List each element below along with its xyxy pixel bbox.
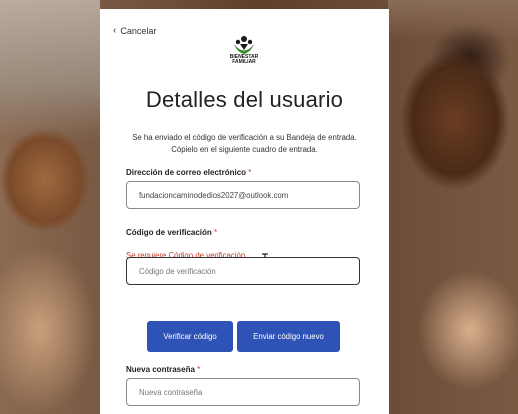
cancel-label: Cancelar bbox=[120, 26, 157, 36]
password-label-text: Nueva contraseña bbox=[126, 365, 195, 374]
signup-panel: ‹ Cancelar BIENESTAR FAMILIAR Detalles d… bbox=[100, 9, 389, 414]
code-label: Código de verificación * bbox=[126, 228, 217, 237]
verify-code-button[interactable]: Verificar código bbox=[147, 321, 233, 352]
email-label-text: Dirección de correo electrónico bbox=[126, 168, 247, 177]
background-wall bbox=[0, 0, 100, 140]
password-required-mark: * bbox=[197, 365, 201, 374]
bienestar-familiar-logo: BIENESTAR FAMILIAR bbox=[227, 35, 261, 73]
family-logo-icon bbox=[234, 36, 254, 54]
intro-text: Se ha enviado el código de verificación … bbox=[132, 133, 357, 154]
verification-code-input[interactable]: Código de verificación bbox=[126, 257, 360, 285]
email-required-mark: * bbox=[248, 168, 252, 177]
email-field[interactable]: fundacioncaminodedios2027@outlook.com bbox=[126, 181, 360, 209]
background-shade bbox=[388, 0, 518, 40]
logo-line-2: FAMILIAR bbox=[232, 59, 256, 65]
code-label-text: Código de verificación bbox=[126, 228, 212, 237]
new-password-input[interactable]: Nueva contraseña bbox=[126, 378, 360, 406]
chevron-left-icon: ‹ bbox=[113, 25, 117, 36]
cancel-link[interactable]: ‹ Cancelar bbox=[113, 25, 157, 37]
password-label: Nueva contraseña * bbox=[126, 365, 200, 374]
page-title: Detalles del usuario bbox=[145, 87, 344, 112]
email-label: Dirección de correo electrónico * bbox=[126, 168, 251, 177]
code-required-mark: * bbox=[214, 228, 218, 237]
send-new-code-button[interactable]: Enviar código nuevo bbox=[237, 321, 340, 352]
